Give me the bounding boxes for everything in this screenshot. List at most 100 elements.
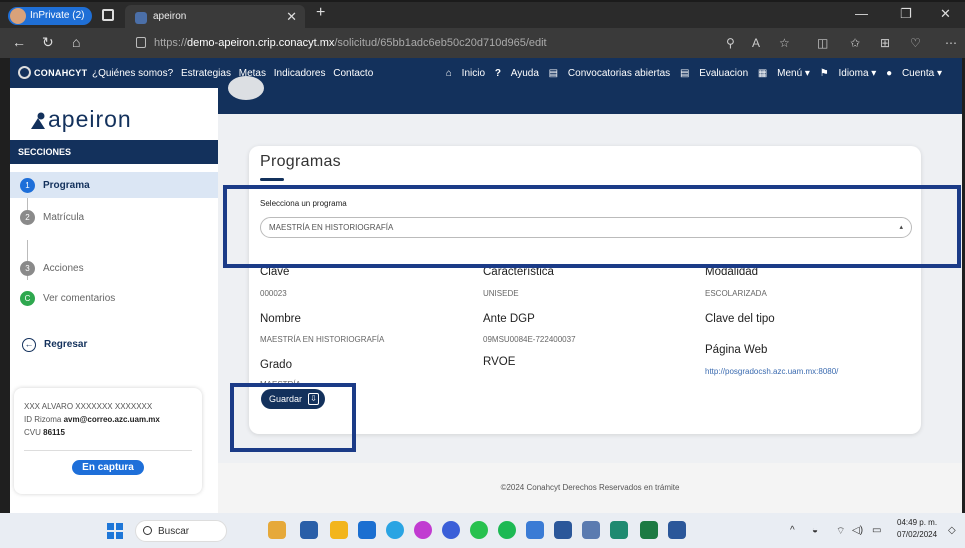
search-icon [143,526,152,535]
url-field[interactable]: https://demo-apeiron.crip.conacyt.mx/sol… [130,32,790,54]
clock-time: 04:49 p. m. [897,518,938,527]
sidebar-step-matricula[interactable]: 2 Matrícula [10,204,218,230]
grado-label: Grado [260,359,292,371]
nav-cuenta[interactable]: ● Cuenta ▾ [886,68,942,79]
nav-idioma[interactable]: ⚑ Idioma ▾ [820,68,877,79]
copilot-icon[interactable]: ♡ [910,36,921,50]
back-circle-arrow-icon: ← [22,338,36,352]
app-icon[interactable] [414,521,432,539]
refresh-icon[interactable]: ↻ [42,34,54,51]
more-icon[interactable]: ⋯ [945,36,957,50]
nav-evaluacion-label: Evaluacion [699,68,749,79]
close-window-icon[interactable]: ✕ [940,6,951,22]
nombre-label: Nombre [260,313,301,325]
notepad-icon[interactable] [582,521,600,539]
restore-icon[interactable]: ❐ [900,6,912,22]
nav-ayuda[interactable]: ? Ayuda [495,68,539,79]
close-tab-icon[interactable]: ✕ [286,5,297,29]
pagina-web-link[interactable]: http://posgradocsh.azc.uam.mx:8080/ [705,367,838,376]
outlook-icon[interactable] [358,521,376,539]
favorite-star-icon[interactable]: ☆ [779,36,790,50]
back-arrow-icon[interactable]: ← [12,34,26,50]
file-explorer-icon[interactable] [330,521,348,539]
tray-app-icon[interactable]: ◒ [812,525,818,536]
spotify-icon[interactable] [498,521,516,539]
minimize-icon[interactable]: — [855,6,868,21]
lock-icon [136,37,146,48]
url-prefix: https:// [154,37,188,49]
nav-link-contacto[interactable]: Contacto [333,68,373,79]
divider [24,450,192,451]
user-card: XXX ALVARO XXXXXXX XXXXXXX ID Rizoma avm… [14,388,202,494]
clave-value: 000023 [260,289,287,298]
profile-avatar [10,8,26,24]
split-screen-icon[interactable]: ◫ [817,36,828,50]
favorites-icon[interactable]: ✩ [850,36,860,50]
nav-link-estrategias[interactable]: Estrategias [181,68,231,79]
notifications-icon[interactable]: ◇ [948,525,956,536]
step-label: Ver comentarios [43,293,116,304]
whatsapp-icon[interactable] [470,521,488,539]
home-icon[interactable]: ⌂ [72,34,80,50]
taskbar: Buscar ^ ◒ ⌔ ◁) ▭ 04:49 p. m. 07/02/2024 … [0,513,965,548]
new-tab-icon[interactable]: + [316,4,325,22]
seal-icon [18,66,31,79]
nav-convocatorias[interactable]: ▤ Convocatorias abiertas [549,68,671,79]
volume-icon[interactable]: ◁) [852,525,863,536]
inprivate-badge[interactable]: InPrivate (2) [8,7,93,25]
search-label: Buscar [158,526,190,537]
excel-icon[interactable] [640,521,658,539]
sidebar-step-programa[interactable]: 1 Programa [10,172,218,198]
sidebar-step-acciones[interactable]: 3 Acciones [10,255,218,281]
browser-tab[interactable]: apeiron ✕ [125,5,305,30]
sidebar-step-comentarios[interactable]: C Ver comentarios [10,285,218,311]
clock[interactable]: 04:49 p. m. 07/02/2024 [897,517,937,541]
step-label: Matrícula [43,212,85,223]
brand-text: apeiron [48,106,132,132]
wifi-icon[interactable]: ⌔ [836,525,845,538]
highlight-box-select [223,185,961,268]
nav-menu[interactable]: ▦ Menú ▾ [758,68,810,79]
collections-icon[interactable]: ⊞ [880,36,890,50]
rizoma-label: ID Rizoma [24,415,62,424]
nav-link-indicadores[interactable]: Indicadores [274,68,326,79]
sections-header: SECCIONES [10,140,218,164]
edge-icon[interactable] [386,521,404,539]
zoom-icon[interactable]: ⚲ [726,36,735,50]
modalidad-value: ESCOLARIZADA [705,289,767,298]
app-icon[interactable] [526,521,544,539]
widgets-icon[interactable] [268,521,286,539]
nav-idioma-label: Idioma [838,68,869,79]
apeiron-logo[interactable]: apeiron [31,106,132,133]
browser-tab-bar: InPrivate (2) apeiron ✕ + — ❐ ✕ [0,0,965,30]
windows-start-icon[interactable] [107,523,123,539]
rizoma-value: avm@correo.azc.uam.mx [63,415,160,424]
tab-actions-icon[interactable] [102,9,114,21]
page-title: Programas [260,153,341,170]
step-number: 1 [20,178,35,193]
taskbar-search[interactable]: Buscar [135,520,227,542]
word-icon[interactable] [668,521,686,539]
tray-chevron-icon[interactable]: ^ [790,525,795,536]
battery-icon[interactable]: ▭ [872,525,881,536]
inprivate-label: InPrivate (2) [30,10,85,21]
logo-text: CONAHCYT [34,68,88,78]
nav-inicio[interactable]: ⌂ Inicio [446,68,485,79]
help-icon: ? [494,68,501,79]
nav-cuenta-label: Cuenta [901,68,935,79]
read-aloud-icon[interactable]: A [752,36,760,50]
app-icon[interactable] [442,521,460,539]
back-button[interactable]: ← Regresar [22,338,87,352]
nav-menu-label: Menú [777,68,803,79]
apeiron-logo-icon [31,112,45,129]
highlight-box-save [230,383,356,452]
conahcyt-logo[interactable]: CONAHCYT [18,66,87,79]
app-icon[interactable] [610,521,628,539]
app-icon[interactable] [300,521,318,539]
nav-link-quienes[interactable]: ¿Quiénes somos? [92,68,173,79]
sidebar: apeiron SECCIONES 1 Programa 2 Matrícula 3… [10,88,218,513]
pagina-web-label: Página Web [705,344,768,356]
nav-evaluacion[interactable]: ▤ Evaluacion [680,68,748,79]
url-host: demo-apeiron.crip.conacyt.mx [187,37,335,49]
app-icon[interactable] [554,521,572,539]
